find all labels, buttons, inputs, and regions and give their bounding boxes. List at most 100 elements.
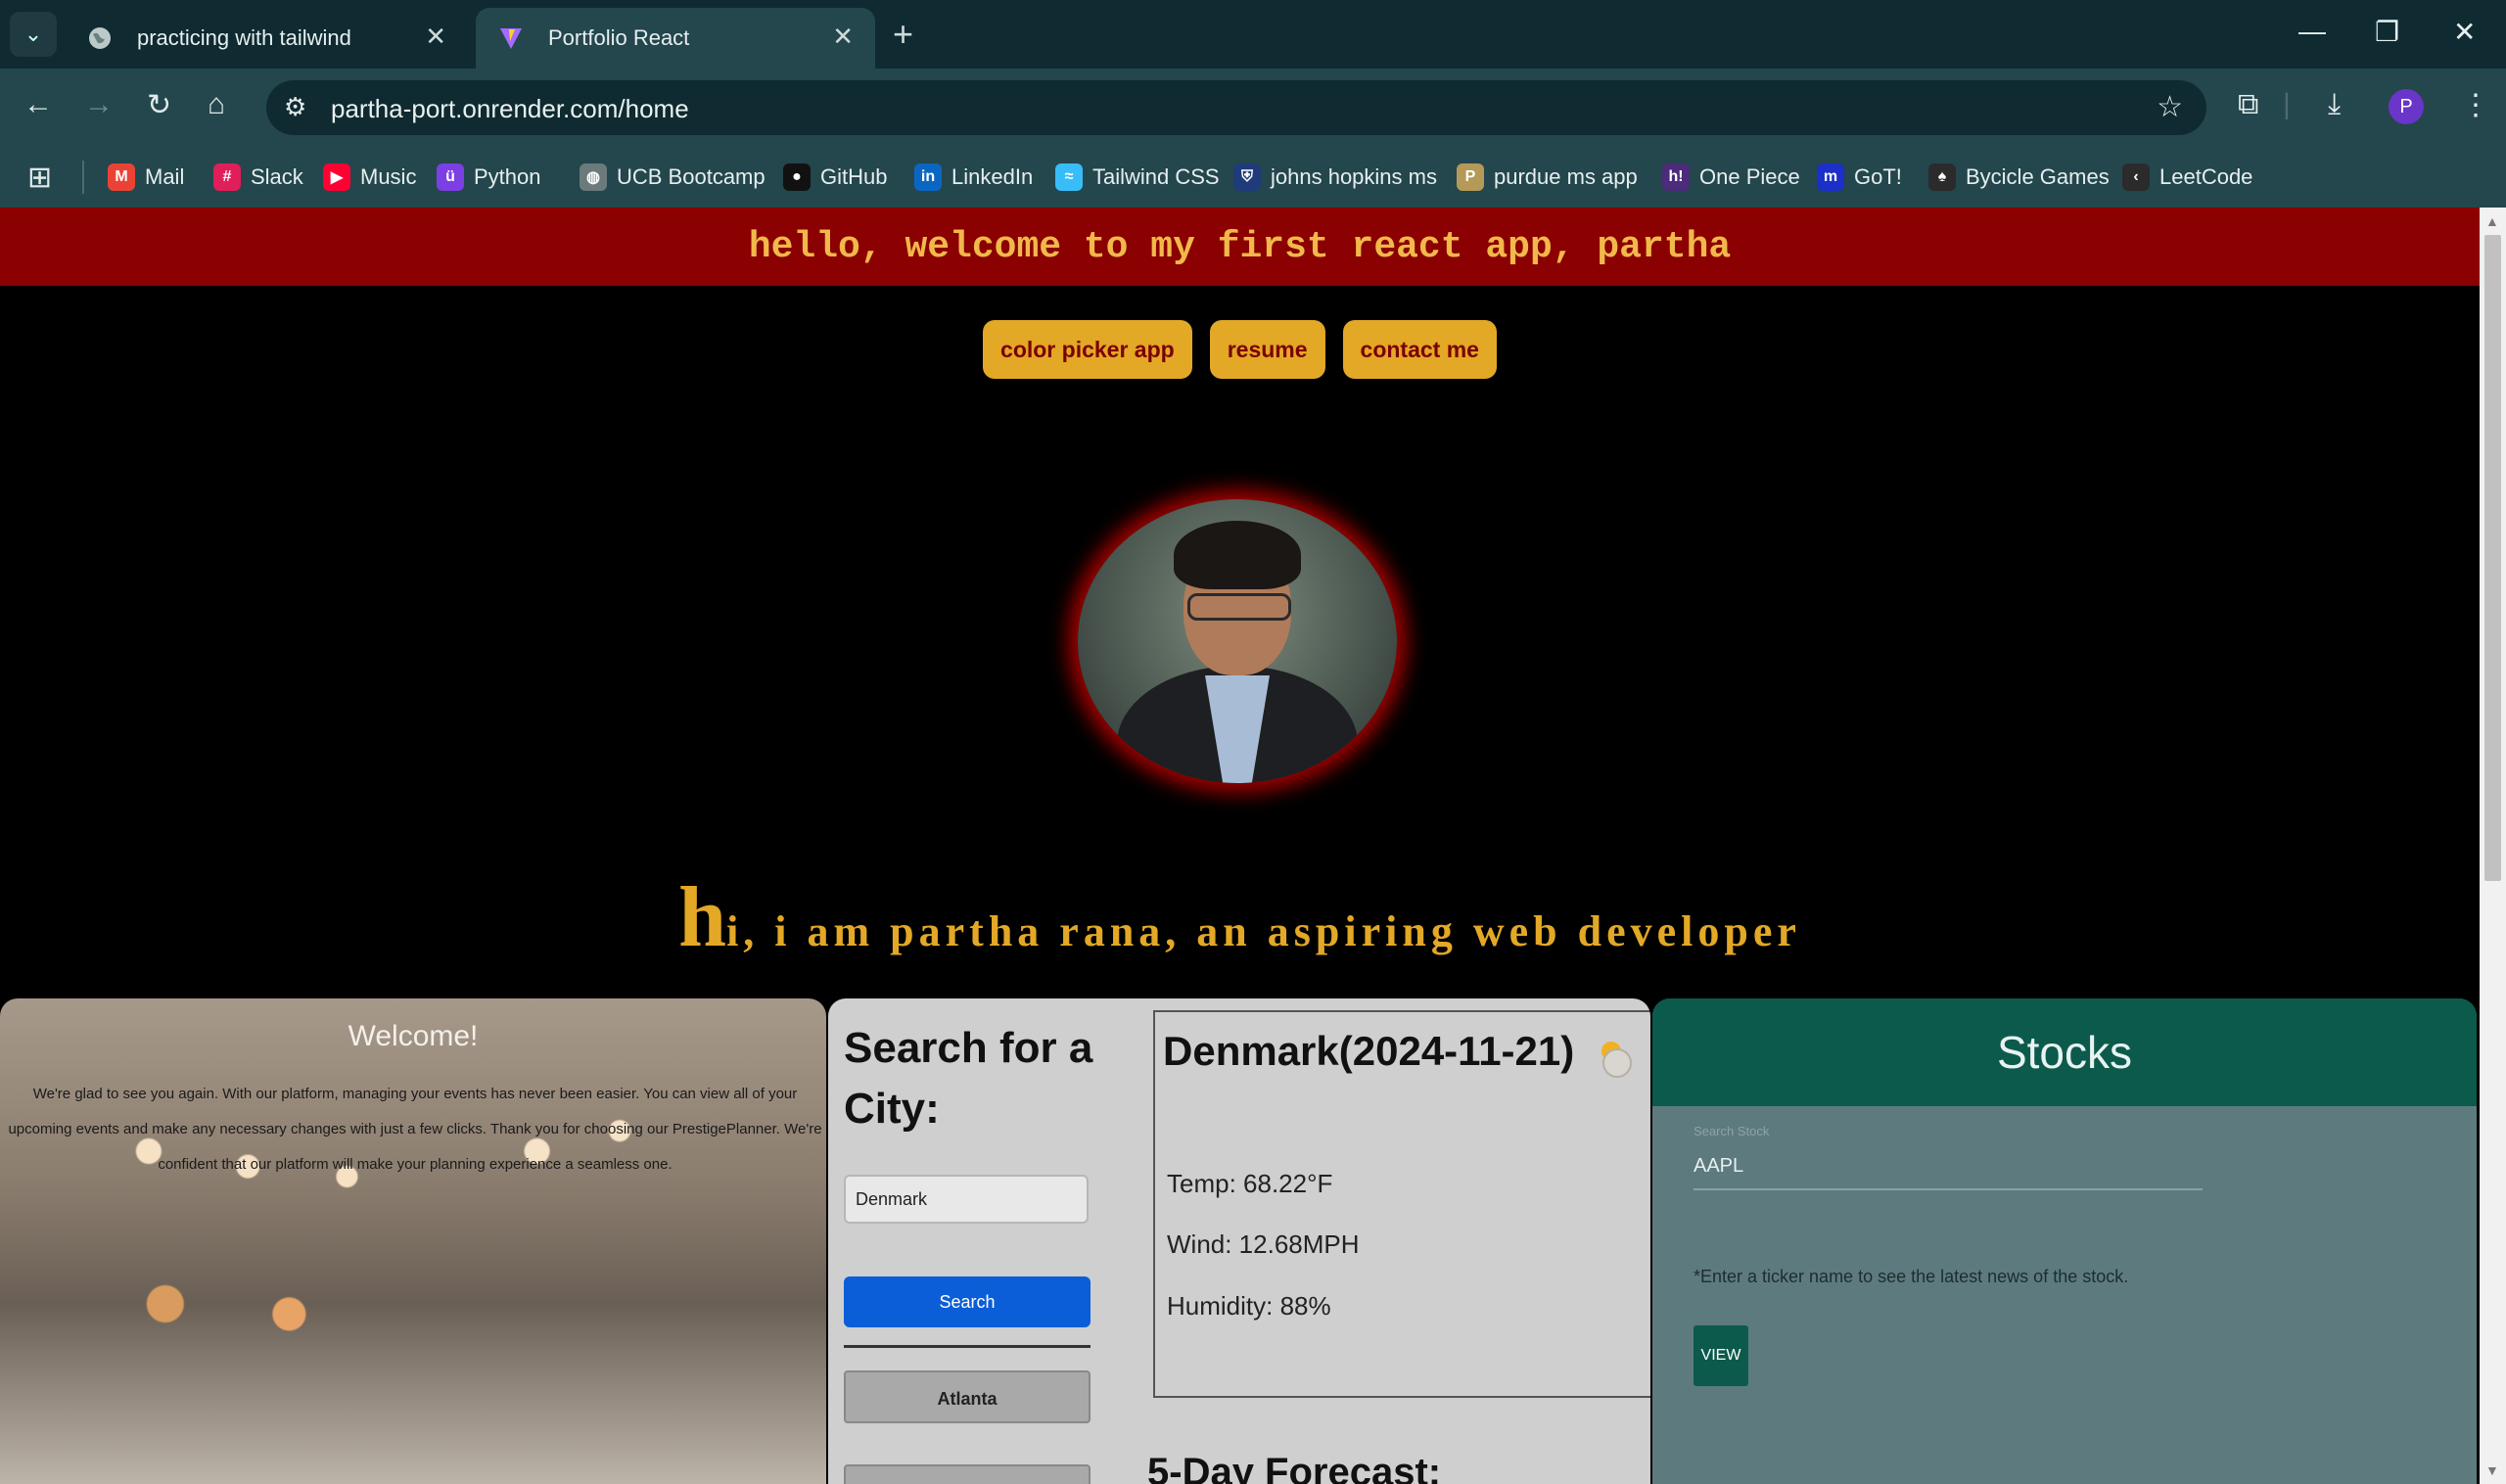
scroll-up-icon[interactable]: ▲ — [2485, 213, 2499, 229]
tab-title: Portfolio React — [548, 25, 690, 50]
humidity-value: Humidity: 88% — [1167, 1291, 1331, 1321]
tab-title: practicing with tailwind — [137, 25, 351, 50]
tab-portfolio-react[interactable]: Portfolio React ✕ — [476, 8, 875, 69]
close-tab-icon[interactable]: ✕ — [425, 22, 446, 52]
bookmark-purdue-ms-app[interactable]: Ppurdue ms app — [1457, 159, 1638, 196]
intro-text: i, i am partha rana, an aspiring web dev… — [726, 907, 1801, 955]
history-button-denmark[interactable]: Denmark — [844, 1464, 1091, 1484]
bookmark-label: Tailwind CSS — [1092, 164, 1220, 189]
welcome-title: Welcome! — [348, 1020, 479, 1052]
globe-icon: ◍ — [580, 163, 607, 191]
bookmark-label: LinkedIn — [951, 164, 1034, 189]
temp-value: Temp: 68.22°F — [1167, 1169, 1333, 1198]
page-viewport: hello, welcome to my first react app, pa… — [0, 208, 2480, 1484]
new-tab-button[interactable]: + — [893, 14, 913, 55]
stocks-header: Stocks — [1652, 998, 2477, 1106]
bookmark-github[interactable]: ● GitHub — [783, 159, 887, 196]
back-icon[interactable]: ← — [23, 88, 53, 121]
stock-input-label: Search Stock — [1694, 1124, 1770, 1138]
tab-search-button[interactable]: ⌄ — [10, 12, 57, 57]
photo-hair — [1174, 521, 1301, 589]
intro-heading: hi, i am partha rana, an aspiring web de… — [0, 868, 2480, 967]
hianime-icon: h! — [1662, 163, 1690, 191]
bookmark-star-icon[interactable]: ☆ — [2157, 90, 2183, 124]
avatar[interactable]: P — [2389, 89, 2424, 124]
scroll-down-icon[interactable]: ▼ — [2485, 1462, 2499, 1478]
history-button-atlanta[interactable]: Atlanta — [844, 1370, 1091, 1423]
bookmark-label: UCB Bootcamp — [617, 164, 766, 189]
menu-icon[interactable]: ⋮ — [2461, 88, 2490, 122]
bookmark-label: Mail — [145, 164, 185, 189]
stocks-card: Stocks Search Stock *Enter a ticker name… — [1652, 998, 2477, 1484]
url-text[interactable]: partha-port.onrender.com/home — [331, 94, 689, 124]
vite-icon — [497, 24, 525, 52]
close-tab-icon[interactable]: ✕ — [832, 22, 854, 52]
welcome-text: We're glad to see you again. With our pl… — [8, 1086, 822, 1173]
bookmark-label: Python — [474, 164, 541, 189]
downloads-icon[interactable]: ⤓ — [2328, 88, 2341, 121]
bookmark-label: purdue ms app — [1494, 164, 1638, 189]
bookmark-mail[interactable]: M Mail — [108, 159, 184, 196]
nav-buttons: color picker app resume contact me — [0, 320, 2480, 379]
linkedin-icon: in — [914, 163, 942, 191]
extensions-icon[interactable]: ⧉ — [2238, 88, 2258, 121]
bookmark-got-[interactable]: m GoT! — [1817, 159, 1902, 196]
bookmark-label: One Piece — [1699, 164, 1800, 189]
chevron-down-icon: ⌄ — [23, 22, 43, 46]
bookmark-label: Slack — [251, 164, 303, 189]
bookmark-label: GoT! — [1854, 164, 1902, 189]
bookmarks-divider — [82, 161, 84, 194]
reload-icon[interactable]: ↻ — [147, 88, 171, 122]
max-icon: m — [1817, 163, 1844, 191]
history-divider — [844, 1345, 1091, 1348]
stock-ticker-input[interactable] — [1694, 1143, 2203, 1190]
resume-button[interactable]: resume — [1209, 320, 1325, 379]
apps-grid-icon[interactable]: ⊞ — [27, 161, 52, 195]
scroll-thumb[interactable] — [2484, 235, 2501, 881]
bookmark-ucb-bootcamp[interactable]: ◍ UCB Bootcamp — [580, 159, 766, 196]
bookmark-tailwind-css[interactable]: ≈ Tailwind CSS — [1055, 159, 1220, 196]
spade-icon: ♠ — [1928, 163, 1956, 191]
home-icon[interactable]: ⌂ — [208, 88, 225, 121]
city-search-input[interactable] — [844, 1175, 1089, 1224]
bookmark-label: GitHub — [820, 164, 888, 189]
toolbar-divider: | — [2283, 88, 2291, 120]
github-icon: ● — [783, 163, 811, 191]
city-search-button[interactable]: Search — [844, 1276, 1091, 1327]
bookmark-slack[interactable]: # Slack — [213, 159, 303, 196]
address-bar[interactable]: ⚙ partha-port.onrender.com/home ☆ — [266, 80, 2206, 135]
welcome-card: Welcome! We're glad to see you again. Wi… — [0, 998, 826, 1484]
jhu-shield-icon: ⛨ — [1233, 163, 1261, 191]
bookmark-python[interactable]: ü Python — [437, 159, 541, 196]
profile-photo — [1078, 499, 1397, 783]
current-weather-box: Denmark(2024-11-21) Temp: 68.22°F Wind: … — [1153, 1010, 1650, 1398]
current-weather-heading: Denmark(2024-11-21) — [1163, 1028, 1633, 1078]
city-search-title: Search for a City: — [844, 1024, 1093, 1133]
banner-text: hello, welcome to my first react app, pa… — [748, 225, 1732, 268]
python-icon: ü — [437, 163, 464, 191]
tab-strip: ⌄ practicing with tailwind ✕ Portfolio R… — [0, 0, 2506, 69]
welcome-banner: hello, welcome to my first react app, pa… — [0, 208, 2480, 286]
weather-card: Search for a City: Search Atlanta Denmar… — [828, 998, 1650, 1484]
minimize-icon[interactable]: — — [2298, 16, 2326, 47]
bookmark-bycicle-games[interactable]: ♠ Bycicle Games — [1928, 159, 2110, 196]
photo-glasses — [1187, 593, 1291, 621]
color-picker-button[interactable]: color picker app — [983, 320, 1192, 379]
page-scrollbar[interactable]: ▲ ▼ — [2480, 208, 2506, 1484]
contact-me-button[interactable]: contact me — [1342, 320, 1497, 379]
view-stock-button[interactable]: VIEW — [1694, 1325, 1748, 1386]
restore-icon[interactable]: ❐ — [2375, 16, 2399, 48]
forward-icon[interactable]: → — [84, 88, 114, 121]
leetcode-icon: ‹ — [2122, 163, 2150, 191]
youtube-music-icon: ▶ — [323, 163, 350, 191]
bookmark-label: Bycicle Games — [1966, 164, 2110, 189]
tailwind-icon: ≈ — [1055, 163, 1083, 191]
tab-practicing-tailwind[interactable]: practicing with tailwind ✕ — [65, 8, 468, 69]
close-window-icon[interactable]: ✕ — [2453, 16, 2476, 48]
site-info-icon[interactable]: ⚙ — [284, 92, 306, 122]
bookmark-music[interactable]: ▶ Music — [323, 159, 416, 196]
bookmark-leetcode[interactable]: ‹ LeetCode — [2122, 159, 2252, 196]
bookmark-johns-hopkins-ms[interactable]: ⛨ johns hopkins ms — [1233, 159, 1437, 196]
bookmark-one-piece[interactable]: h! One Piece — [1662, 159, 1800, 196]
bookmark-linkedin[interactable]: in LinkedIn — [914, 159, 1033, 196]
